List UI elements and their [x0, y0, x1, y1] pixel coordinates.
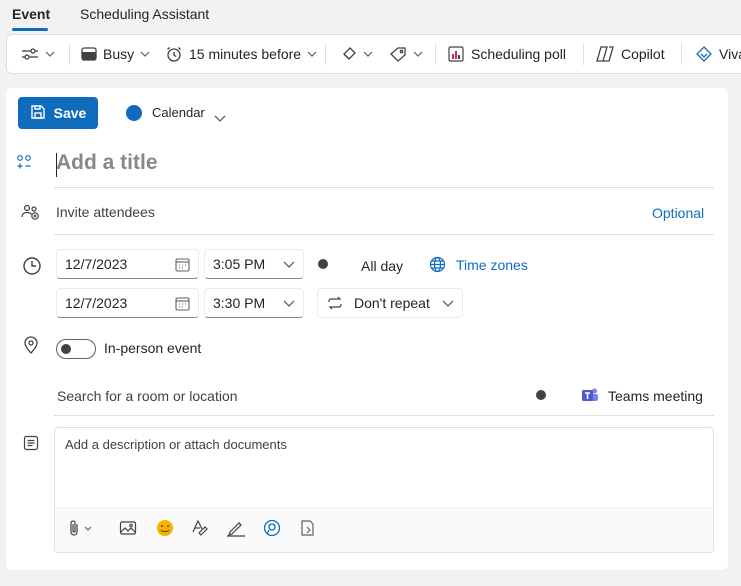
- reminder-label: 15 minutes before: [189, 46, 302, 62]
- all-day-label: All day: [361, 258, 404, 274]
- save-button[interactable]: Save: [18, 97, 98, 129]
- in-person-toggle[interactable]: [56, 339, 96, 359]
- chevron-down-icon: [363, 51, 373, 57]
- location-pin-icon: [23, 336, 39, 357]
- tag-icon: [389, 46, 407, 62]
- chevron-down-icon: [442, 300, 454, 307]
- chevron-down-icon: [140, 51, 150, 57]
- calendar-icon[interactable]: [175, 296, 190, 311]
- end-date-value: 12/7/2023: [65, 295, 128, 311]
- ribbon-toolbar: Busy 15 minutes before Scheduling poll C…: [6, 34, 741, 74]
- attendees-underline: [54, 234, 714, 235]
- toggle-knob: [61, 344, 71, 354]
- location-underline: [54, 415, 714, 416]
- title-underline: [54, 187, 714, 188]
- teams-meeting-label: Teams meeting: [608, 388, 703, 404]
- chevron-down-icon: [45, 51, 55, 57]
- viva-button[interactable]: Viva: [695, 35, 741, 73]
- calendar-selector[interactable]: Calendar: [152, 105, 205, 120]
- chevron-down-icon: [413, 51, 423, 57]
- teams-icon: [581, 386, 599, 407]
- location-input[interactable]: Search for a room or location: [57, 388, 238, 404]
- toggle-knob: [536, 390, 546, 400]
- privacy-eraser-icon: [341, 46, 357, 62]
- toggle-knob: [318, 259, 328, 269]
- tab-event[interactable]: Event: [12, 6, 50, 22]
- people-add-icon: [21, 204, 41, 223]
- poll-chart-icon: [447, 45, 465, 63]
- optional-attendees-link[interactable]: Optional: [652, 205, 704, 221]
- all-day-toggle[interactable]: [314, 255, 352, 273]
- copilot-label: Copilot: [621, 46, 665, 62]
- clock-icon: [22, 256, 42, 279]
- in-person-label: In-person event: [104, 340, 202, 356]
- end-date-field[interactable]: 12/7/2023: [56, 288, 199, 318]
- categorize-dropdown-button[interactable]: [389, 35, 423, 73]
- time-zones-link[interactable]: Time zones: [456, 257, 528, 273]
- sliders-icon: [21, 46, 39, 62]
- text-format-icon[interactable]: [191, 519, 209, 540]
- globe-icon: [429, 256, 446, 276]
- repeat-value: Don't repeat: [354, 295, 430, 311]
- viva-icon: [695, 45, 713, 63]
- tab-bar: Event Scheduling Assistant: [0, 0, 741, 34]
- notes-icon: [23, 435, 39, 454]
- save-label: Save: [53, 105, 87, 121]
- availability-label: Busy: [103, 46, 135, 62]
- start-date-field[interactable]: 12/7/2023: [56, 249, 199, 279]
- scheduling-poll-button[interactable]: Scheduling poll: [447, 35, 566, 73]
- toolbar-divider: [69, 43, 70, 65]
- availability-dropdown[interactable]: Busy: [81, 35, 150, 73]
- description-input[interactable]: Add a description or attach documents: [65, 437, 287, 452]
- start-time-value: 3:05 PM: [213, 256, 266, 272]
- title-input[interactable]: Add a title: [56, 151, 158, 175]
- end-time-value: 3:30 PM: [213, 295, 266, 311]
- tab-scheduling-assistant[interactable]: Scheduling Assistant: [80, 6, 209, 22]
- title-icon: [16, 154, 32, 173]
- calendar-color-dot: [126, 105, 142, 121]
- busy-status-icon: [81, 47, 97, 61]
- scheduling-poll-label: Scheduling poll: [471, 46, 566, 62]
- image-icon[interactable]: [119, 519, 137, 540]
- attendees-input[interactable]: Invite attendees: [56, 204, 155, 220]
- viva-label: Viva: [719, 46, 741, 62]
- toolbar-divider: [583, 43, 584, 65]
- chevron-down-icon: [283, 261, 295, 268]
- active-tab-indicator: [12, 28, 48, 31]
- chevron-down-icon: [283, 300, 295, 307]
- copilot-button[interactable]: Copilot: [595, 35, 665, 73]
- calendar-icon[interactable]: [175, 257, 190, 272]
- description-editor[interactable]: Add a description or attach documents: [54, 427, 714, 553]
- start-time-field[interactable]: 3:05 PM: [204, 249, 304, 279]
- start-date-value: 12/7/2023: [65, 256, 128, 272]
- toolbar-divider: [325, 43, 326, 65]
- toolbar-divider: [435, 43, 436, 65]
- end-time-field[interactable]: 3:30 PM: [204, 288, 304, 318]
- teams-meeting-toggle[interactable]: [532, 386, 570, 404]
- signature-pen-icon[interactable]: [226, 519, 246, 540]
- repeat-icon: [326, 295, 344, 311]
- options-dropdown-button[interactable]: [21, 35, 55, 73]
- privacy-dropdown-button[interactable]: [341, 35, 373, 73]
- reminder-dropdown[interactable]: 15 minutes before: [165, 35, 317, 73]
- loop-component-icon[interactable]: [263, 519, 281, 540]
- description-toolbar: [55, 507, 713, 552]
- save-icon: [30, 104, 46, 123]
- attach-paperclip-icon[interactable]: [69, 519, 95, 540]
- event-form: Save Calendar Add a title Invite attende…: [6, 88, 728, 570]
- toolbar-divider: [681, 43, 682, 65]
- emoji-icon[interactable]: [156, 519, 174, 540]
- alarm-clock-icon: [165, 45, 183, 63]
- repeat-dropdown[interactable]: Don't repeat: [317, 288, 463, 318]
- copilot-icon: [595, 45, 615, 63]
- chevron-down-icon[interactable]: [214, 109, 226, 125]
- apps-document-icon[interactable]: [299, 519, 317, 540]
- chevron-down-icon: [307, 51, 317, 57]
